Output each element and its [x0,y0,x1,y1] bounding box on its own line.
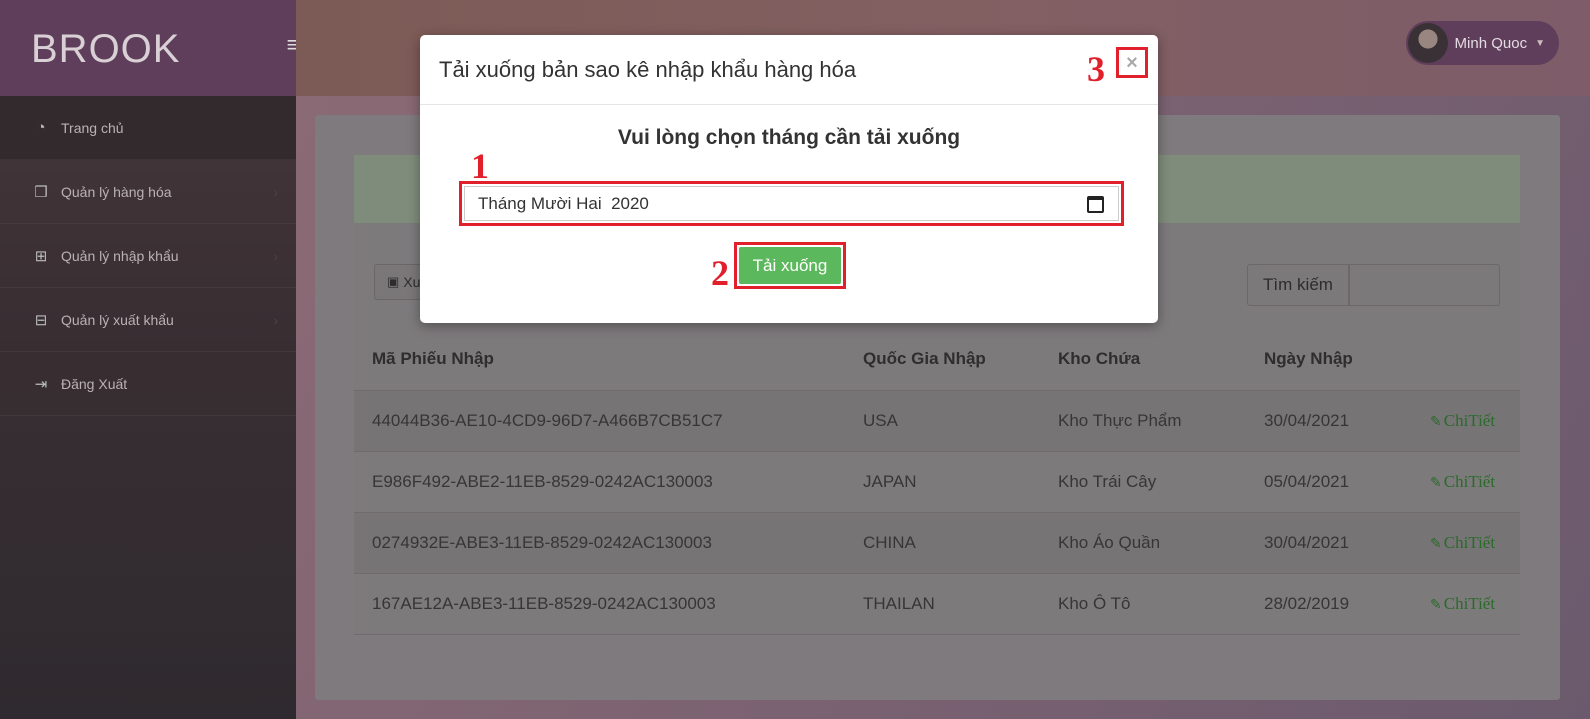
pencil-icon: ✎ [1430,597,1442,613]
close-icon: × [1126,51,1138,74]
import-table: Mã Phiếu Nhập Quốc Gia Nhập Kho Chứa Ngà… [354,328,1520,635]
close-button[interactable]: × [1116,47,1148,78]
detail-link[interactable]: ✎ ChiTiết [1412,573,1520,635]
modal-heading: Vui lòng chọn tháng cần tải xuống [617,126,961,149]
month-value: Tháng Mười Hai 2020 [478,193,649,213]
download-button[interactable]: Tải xuống [739,247,841,284]
column-header[interactable]: Mã Phiếu Nhập [354,328,845,391]
export-button-label: Xu [403,274,421,290]
save-icon: ▣ [387,274,400,289]
column-header-actions [1412,328,1520,391]
sidebar-item-label: Quản lý nhập khẩu [61,247,179,264]
chevron-right-icon: › [273,311,278,328]
sidebar-item-label: Quản lý xuất khẩu [61,311,174,328]
step-marker-2: 2 [711,253,729,293]
cubes-icon: ❒ [34,183,48,201]
step-marker-1: 1 [471,146,489,186]
caret-down-icon: ▼ [1535,37,1545,49]
sidebar-item-label: Đăng Xuất [61,375,128,392]
cell-id: 44044B36-AE10-4CD9-96D7-A466B7CB51C7 [354,390,845,452]
column-header[interactable]: Ngày Nhập [1246,328,1412,391]
avatar [1407,23,1448,63]
cell-id: E986F492-ABE2-11EB-8529-0242AC130003 [354,451,845,513]
search-label: Tìm kiếm [1247,264,1349,306]
search-input[interactable] [1349,264,1500,306]
cell-warehouse: Kho Áo Quần [1040,512,1246,574]
dashboard-icon: ◔ [36,119,46,136]
table-row: E986F492-ABE2-11EB-8529-0242AC130003 JAP… [354,451,1520,513]
pencil-icon: ✎ [1430,475,1442,491]
table-header-row: Mã Phiếu Nhập Quốc Gia Nhập Kho Chứa Ngà… [354,328,1520,391]
cell-warehouse: Kho Ô Tô [1040,573,1246,635]
detail-label: ChiTiết [1443,593,1496,613]
modal-header: Tải xuống bản sao kê nhập khẩu hàng hóa … [420,35,1158,105]
cell-country: JAPAN [845,451,1040,513]
detail-label: ChiTiết [1443,532,1496,552]
chevron-right-icon: › [273,247,278,264]
sidebar-header: BROOK ≡ [0,0,314,96]
download-button-highlight: Tải xuống [734,242,846,289]
cell-date: 30/04/2021 [1246,512,1412,574]
calendar-icon[interactable] [1087,196,1104,213]
column-header[interactable]: Kho Chứa [1040,328,1246,391]
sidebar-item-export[interactable]: ⊟ Quản lý xuất khẩu › [0,288,296,352]
download-modal: Tải xuống bản sao kê nhập khẩu hàng hóa … [420,35,1158,323]
detail-label: ChiTiết [1443,471,1496,491]
user-name: Minh Quoc [1454,34,1528,52]
cell-date: 30/04/2021 [1246,390,1412,452]
cell-id: 167AE12A-ABE3-11EB-8529-0242AC130003 [354,573,845,635]
cell-id: 0274932E-ABE3-11EB-8529-0242AC130003 [354,512,845,574]
minus-square-icon: ⊟ [34,311,48,329]
sign-out-icon: ⇥ [34,375,48,393]
sidebar-item-import[interactable]: ⊞ Quản lý nhập khẩu › [0,224,296,288]
cell-date: 28/02/2019 [1246,573,1412,635]
cell-country: CHINA [845,512,1040,574]
sidebar-item-label: Quản lý hàng hóa [61,183,172,200]
cell-country: THAILAN [845,573,1040,635]
sidebar-item-label: Trang chủ [61,119,124,136]
brand-logo[interactable]: BROOK [31,27,180,72]
chevron-right-icon: › [273,183,278,200]
cell-warehouse: Kho Thực Phẩm [1040,390,1246,452]
table-row: 167AE12A-ABE3-11EB-8529-0242AC130003 THA… [354,573,1520,635]
column-header[interactable]: Quốc Gia Nhập [845,328,1040,391]
modal-title: Tải xuống bản sao kê nhập khẩu hàng hóa [439,57,857,82]
cell-country: USA [845,390,1040,452]
detail-link[interactable]: ✎ ChiTiết [1412,512,1520,574]
month-picker-input[interactable]: Tháng Mười Hai 2020 [464,186,1119,221]
step-marker-3: 3 [1087,49,1105,89]
sidebar-item-logout[interactable]: ⇥ Đăng Xuất [0,352,296,416]
detail-label: ChiTiết [1443,410,1496,430]
detail-link[interactable]: ✎ ChiTiết [1412,390,1520,452]
detail-link[interactable]: ✎ ChiTiết [1412,451,1520,513]
table-row: 0274932E-ABE3-11EB-8529-0242AC130003 CHI… [354,512,1520,574]
sidebar-item-home[interactable]: ◔ Trang chủ [0,96,296,160]
plus-square-icon: ⊞ [34,247,48,265]
pencil-icon: ✎ [1430,536,1442,552]
sidebar-item-goods[interactable]: ❒ Quản lý hàng hóa › [0,160,296,224]
table-row: 44044B36-AE10-4CD9-96D7-A466B7CB51C7 USA… [354,390,1520,452]
user-menu[interactable]: Minh Quoc ▼ [1405,21,1559,65]
sidebar: BROOK ≡ ◔ Trang chủ ❒ Quản lý hàng hóa ›… [0,0,314,719]
cell-date: 05/04/2021 [1246,451,1412,513]
cell-warehouse: Kho Trái Cây [1040,451,1246,513]
pencil-icon: ✎ [1430,414,1442,430]
month-input-highlight: Tháng Mười Hai 2020 [459,181,1124,226]
